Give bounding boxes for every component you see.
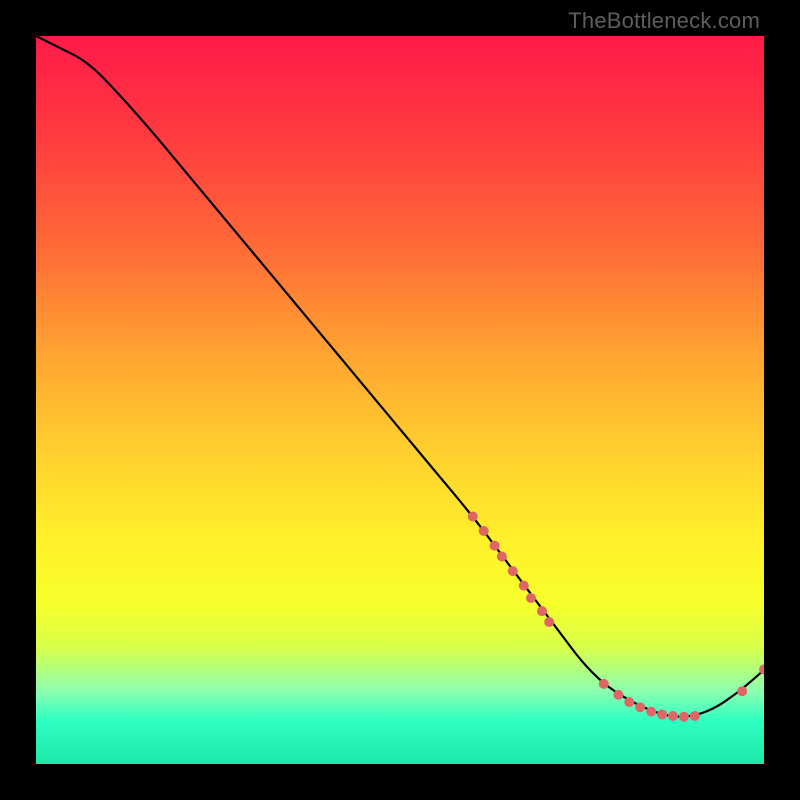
data-marker <box>508 566 518 576</box>
watermark-text: TheBottleneck.com <box>568 8 760 34</box>
data-marker <box>479 526 489 536</box>
markers-group <box>468 512 764 722</box>
curve-line <box>36 36 764 717</box>
data-marker <box>690 711 700 721</box>
data-marker <box>468 512 478 522</box>
data-marker <box>646 707 656 717</box>
data-marker <box>537 606 547 616</box>
data-marker <box>497 552 507 562</box>
data-marker <box>519 581 529 591</box>
data-marker <box>657 710 667 720</box>
data-marker <box>635 702 645 712</box>
data-marker <box>526 593 536 603</box>
data-marker <box>544 617 554 627</box>
data-marker <box>679 712 689 722</box>
plot-area <box>36 36 764 764</box>
chart-frame: TheBottleneck.com <box>0 0 800 800</box>
data-marker <box>490 541 500 551</box>
chart-svg <box>36 36 764 764</box>
data-marker <box>668 711 678 721</box>
data-marker <box>613 690 623 700</box>
data-marker <box>624 697 634 707</box>
data-marker <box>737 686 747 696</box>
data-marker <box>599 679 609 689</box>
